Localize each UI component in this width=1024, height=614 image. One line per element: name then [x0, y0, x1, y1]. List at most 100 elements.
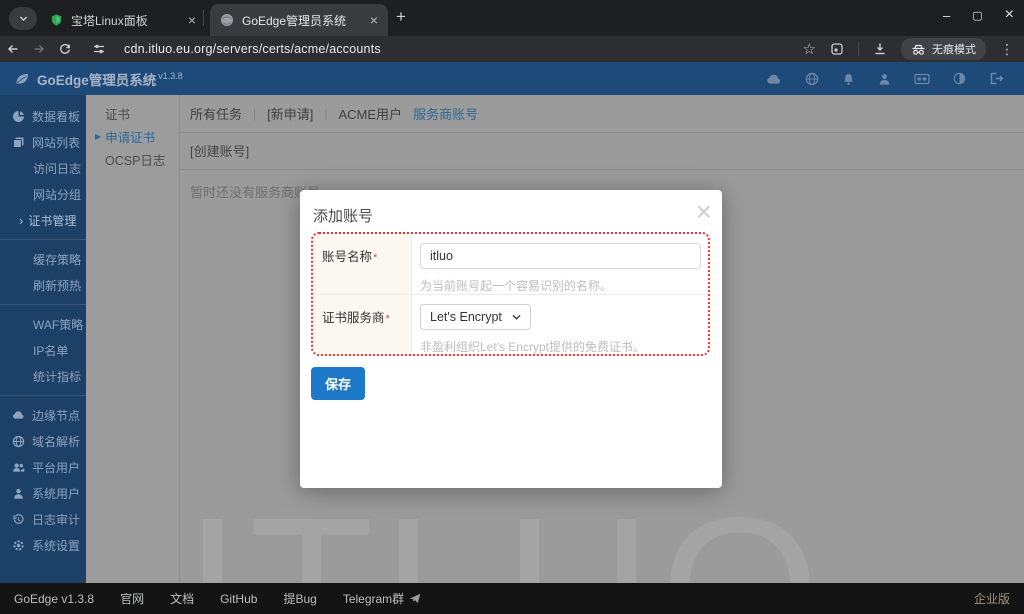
account-name-input[interactable]: [420, 243, 701, 269]
sidebar-item-cache-policy[interactable]: 缓存策略: [0, 246, 86, 272]
field-hint: 非盈利组织Let's Encrypt提供的免费证书。: [420, 338, 698, 355]
url-bar[interactable]: cdn.itluo.eu.org/servers/certs/acme/acco…: [124, 42, 381, 56]
sidebar-item-sites[interactable]: 网站列表: [0, 129, 86, 155]
extension-button[interactable]: [830, 42, 844, 56]
tab-title: GoEdge管理员系统: [242, 12, 362, 29]
incognito-label: 无痕模式: [932, 41, 976, 57]
tab-title: 宝塔Linux面板: [71, 12, 180, 29]
sidebar-item-platform-users[interactable]: 平台用户: [0, 454, 86, 480]
logout-icon: [989, 72, 1004, 85]
sidebar-item-site-groups[interactable]: 网站分组: [0, 181, 86, 207]
submenu-item-certs[interactable]: 证书: [86, 102, 179, 125]
dashboard-icon: [12, 110, 25, 123]
back-button[interactable]: [6, 42, 32, 56]
create-account-link[interactable]: [创建账号]: [190, 144, 249, 159]
sidebar-item-purge-preheat[interactable]: 刷新预热: [0, 272, 86, 298]
globe-icon: [12, 435, 25, 448]
window-minimize-button[interactable]: –: [943, 8, 950, 23]
modal-title: 添加账号: [300, 190, 722, 226]
sidebar-item-cert-management[interactable]: › 证书管理: [0, 207, 86, 233]
field-hint: 为当前账号起一个容易识别的名称。: [420, 277, 701, 294]
tab-separator: |: [324, 107, 327, 121]
submenu-item-request-cert[interactable]: ▶ 申请证书: [86, 125, 179, 148]
app-version: v1.3.8: [158, 71, 183, 81]
back-icon: [6, 42, 20, 56]
window-maximize-button[interactable]: ▢: [972, 9, 982, 22]
tab-separator: |: [253, 107, 256, 121]
sidebar-item-waf-policy[interactable]: WAF策略: [0, 311, 86, 337]
shield-icon: [50, 13, 63, 27]
site-info-button[interactable]: [92, 42, 118, 56]
window-close-button[interactable]: ×: [1005, 6, 1014, 24]
sidebar-item-dns[interactable]: 域名解析: [0, 428, 86, 454]
app-header: GoEdge管理员系统v1.3.8: [0, 62, 1024, 95]
incognito-icon: [911, 43, 926, 56]
incognito-badge[interactable]: 无痕模式: [901, 38, 986, 60]
theme-toggle-button[interactable]: [953, 72, 966, 85]
tab-separator: [203, 10, 204, 26]
contrast-icon: [953, 72, 966, 85]
tab-close-button[interactable]: ×: [188, 12, 196, 28]
cert-provider-select[interactable]: Let's Encrypt: [420, 304, 531, 330]
reload-button[interactable]: [58, 42, 84, 56]
save-button[interactable]: 保存: [311, 367, 365, 400]
edition-badge: 企业版: [974, 590, 1010, 607]
sidebar-item-system-users[interactable]: 系统用户: [0, 480, 86, 506]
profile-button[interactable]: [878, 72, 891, 86]
forward-button[interactable]: [32, 42, 58, 56]
tab-acme-users[interactable]: ACME用户: [339, 104, 403, 123]
history-icon: [12, 513, 25, 526]
download-icon: [873, 42, 887, 56]
chevron-down-icon: [18, 13, 29, 24]
sidebar-item-metrics[interactable]: 统计指标: [0, 363, 86, 389]
browser-tabstrip: 宝塔Linux面板 × GoEdge管理员系统 × + – ▢ ×: [0, 0, 1024, 36]
user-shield-icon: [12, 487, 25, 500]
download-button[interactable]: [873, 42, 887, 56]
logout-button[interactable]: [989, 72, 1004, 85]
user-icon: [878, 72, 891, 86]
forward-icon: [32, 42, 46, 56]
browser-toolbar: cdn.itluo.eu.org/servers/certs/acme/acco…: [0, 36, 1024, 62]
tab-new-request[interactable]: [新申请]: [267, 104, 313, 123]
tab-all-tasks[interactable]: 所有任务: [190, 104, 242, 123]
footer-link-bug[interactable]: 提Bug: [283, 590, 316, 607]
footer-brand: GoEdge v1.3.8: [14, 592, 94, 606]
globe-icon: [805, 72, 819, 86]
modal-close-icon[interactable]: ×: [696, 192, 712, 231]
sidebar-item-ip-list[interactable]: IP名单: [0, 337, 86, 363]
sidebar-item-audit-logs[interactable]: 日志审计: [0, 506, 86, 532]
footer-link-docs[interactable]: 文档: [170, 590, 194, 607]
sidebar-item-dashboard[interactable]: 数据看板: [0, 103, 86, 129]
form-row-cert-provider: 证书服务商* Let's Encrypt 非盈利组织Let's Encrypt提…: [313, 294, 708, 355]
footer-link-home[interactable]: 官网: [120, 590, 144, 607]
tab-search-button[interactable]: [9, 7, 37, 30]
submenu-item-ocsp-logs[interactable]: OCSP日志: [86, 148, 179, 171]
browser-tab-baota[interactable]: 宝塔Linux面板 ×: [40, 4, 206, 36]
gear-icon: [12, 539, 25, 552]
background-watermark: ITLUO: [184, 487, 828, 583]
extension-icon: [830, 42, 844, 56]
sidebar-item-access-logs[interactable]: 访问日志: [0, 155, 86, 181]
sidebar-divider: [0, 304, 86, 305]
bookmark-star-button[interactable]: ☆: [803, 40, 816, 58]
reload-icon: [58, 42, 72, 56]
form-highlight-box: 账号名称* 为当前账号起一个容易识别的名称。 证书服务商* Let's Encr…: [311, 232, 710, 356]
sidebar: 数据看板 网站列表 访问日志 网站分组 › 证书管理 缓存策略 刷新预热 WAF…: [0, 95, 86, 583]
browser-menu-button[interactable]: ⋮: [1000, 41, 1014, 58]
sidebar-divider: [0, 239, 86, 240]
sidebar-item-settings[interactable]: 系统设置: [0, 532, 86, 558]
tab-provider-accounts[interactable]: 服务商账号: [413, 104, 478, 123]
sidebar-item-edge-nodes[interactable]: 边缘节点: [0, 402, 86, 428]
browser-window: 宝塔Linux面板 × GoEdge管理员系统 × + – ▢ × cdn.it…: [0, 0, 1024, 614]
footer-link-telegram[interactable]: Telegram群: [343, 590, 421, 607]
tab-close-button[interactable]: ×: [370, 12, 378, 28]
sites-icon: [12, 136, 25, 149]
new-tab-button[interactable]: +: [396, 7, 406, 27]
messages-button[interactable]: [766, 72, 782, 85]
quick-panel-button[interactable]: [914, 73, 930, 85]
footer-link-github[interactable]: GitHub: [220, 592, 257, 606]
browser-tab-goedge[interactable]: GoEdge管理员系统 ×: [210, 4, 388, 36]
chevron-right-icon: ›: [19, 213, 23, 228]
notifications-button[interactable]: [842, 72, 855, 86]
language-button[interactable]: [805, 72, 819, 86]
